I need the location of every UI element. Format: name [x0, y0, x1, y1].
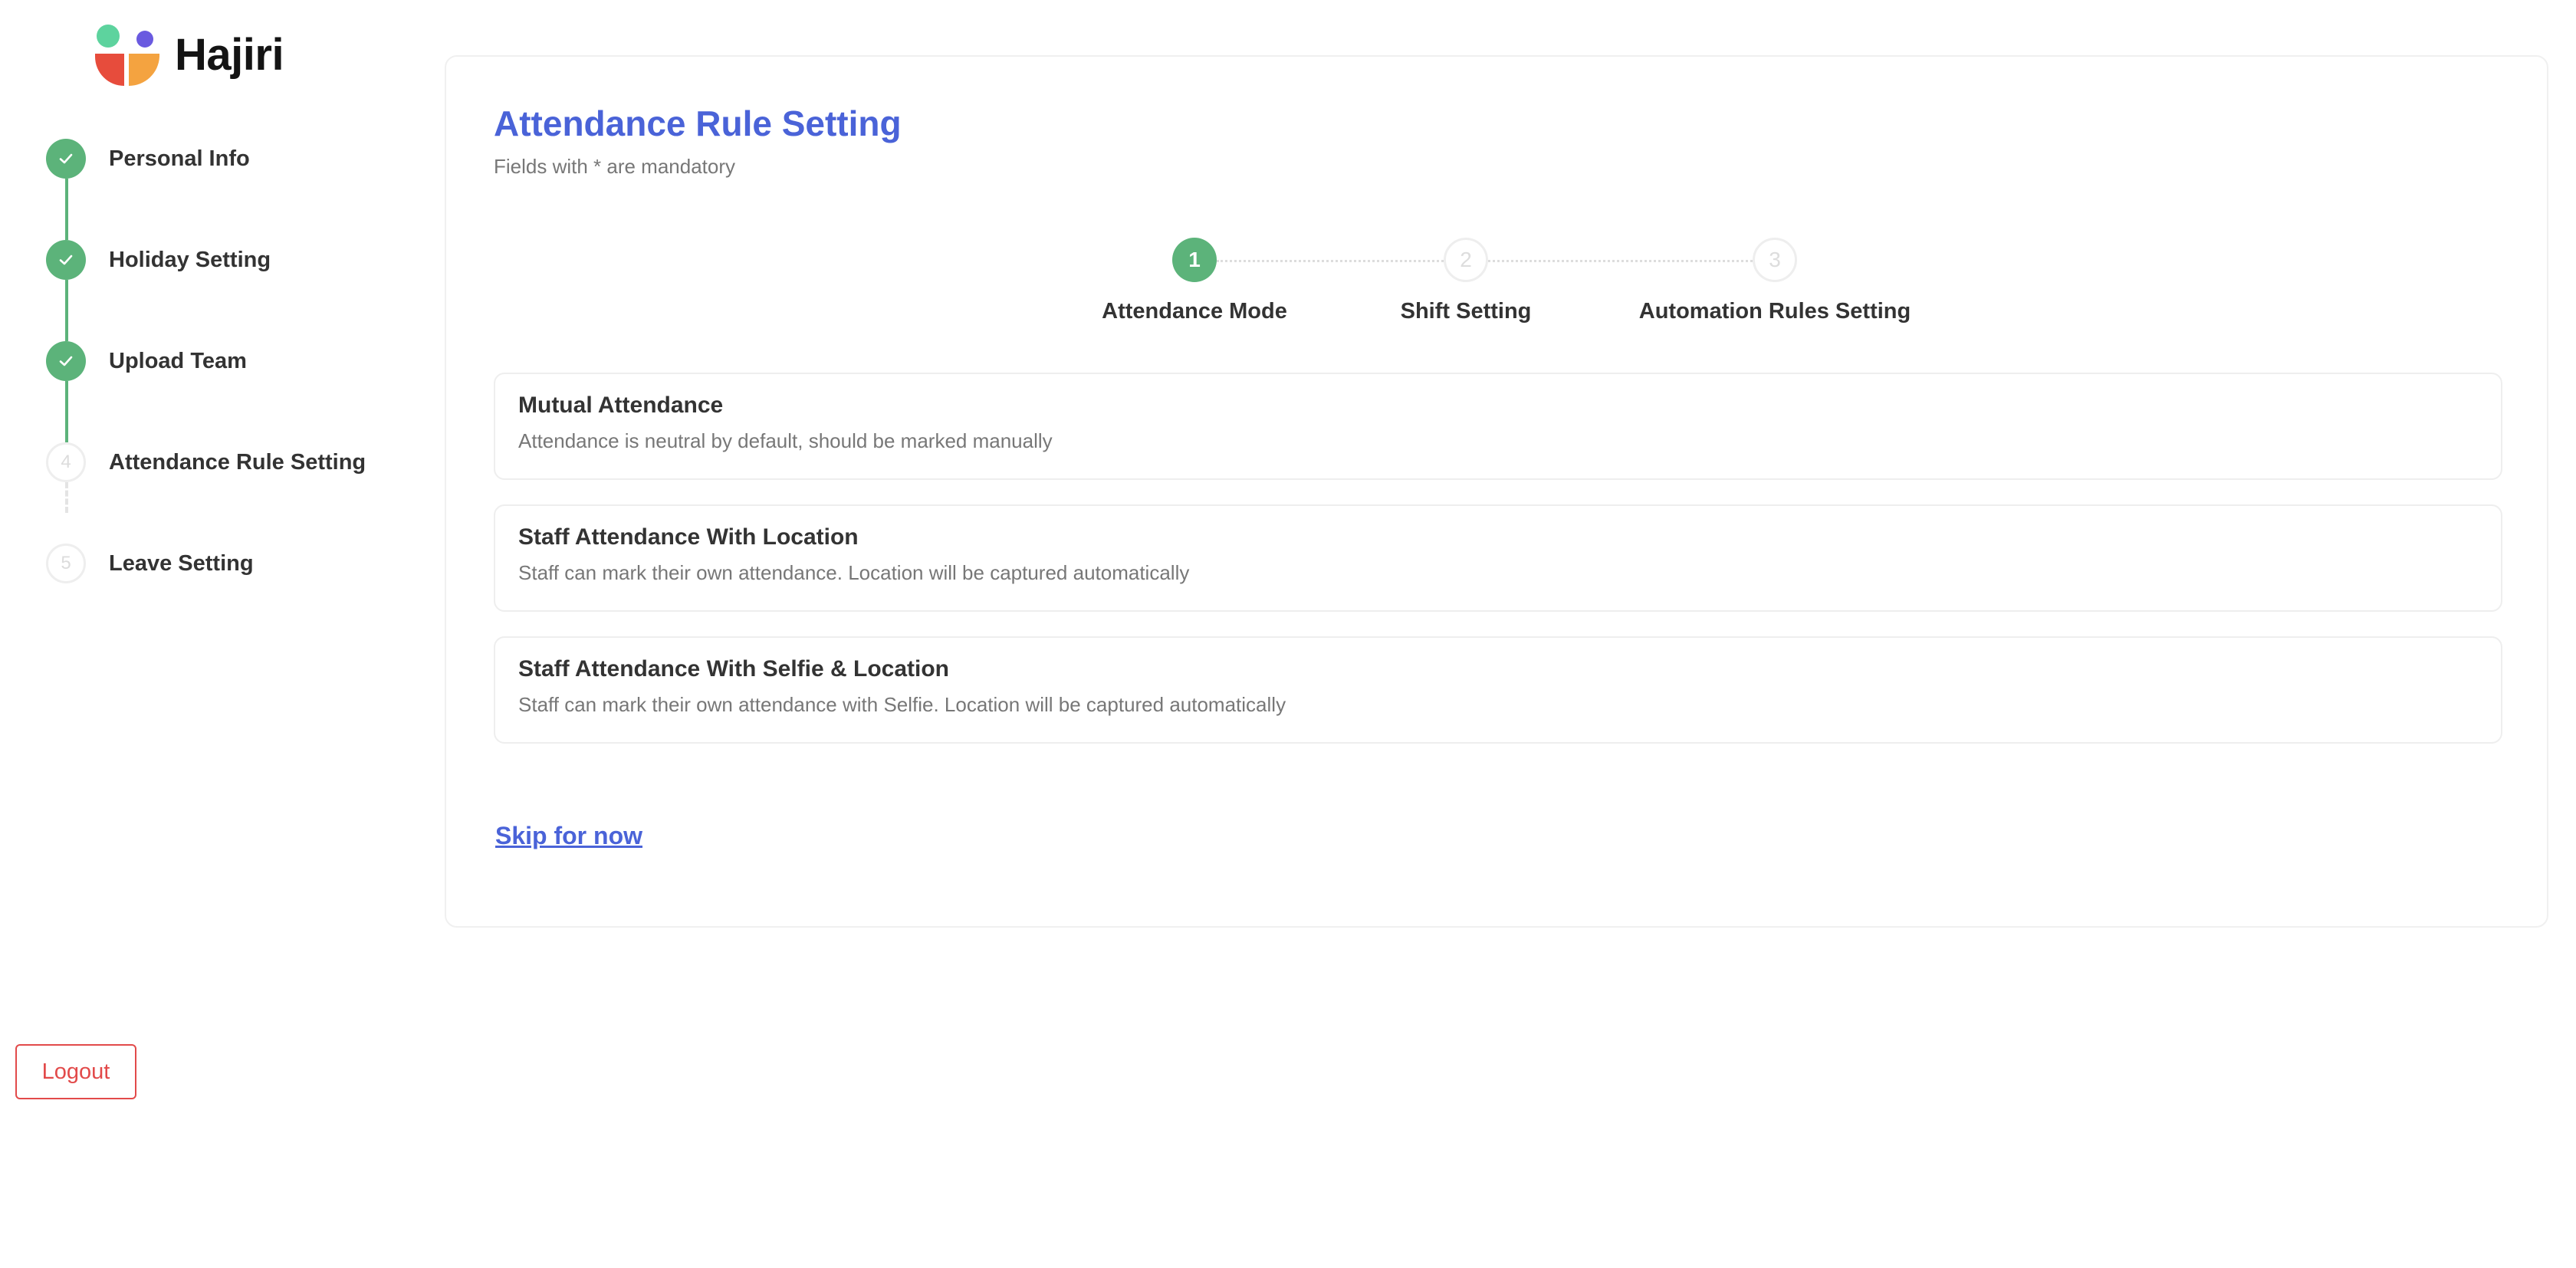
sidebar-step-label: Upload Team: [109, 348, 247, 373]
app-logo: Hajiri: [94, 23, 284, 87]
sidebar-step-leave-setting[interactable]: 5 Leave Setting: [46, 544, 254, 583]
check-icon: [46, 240, 86, 280]
option-staff-attendance-with-location[interactable]: Staff Attendance With Location Staff can…: [494, 504, 2502, 612]
option-description: Staff can mark their own attendance. Loc…: [518, 561, 1190, 584]
stepper-step-shift-setting[interactable]: 2 Shift Setting: [1366, 238, 1566, 324]
option-description: Staff can mark their own attendance with…: [518, 693, 1286, 716]
logout-button[interactable]: Logout: [15, 1044, 136, 1099]
hajiri-logo-icon: [94, 23, 161, 87]
step-connector: [65, 280, 68, 341]
app-name: Hajiri: [175, 30, 284, 80]
sidebar-step-label: Leave Setting: [109, 550, 254, 576]
step-number: 2: [1444, 238, 1488, 282]
page-title: Attendance Rule Setting: [494, 103, 902, 143]
step-connector: [65, 381, 68, 442]
option-title: Staff Attendance With Selfie & Location: [518, 656, 949, 682]
sidebar-step-personal-info[interactable]: Personal Info: [46, 139, 250, 179]
step-number: 1: [1172, 238, 1217, 282]
step-number: 3: [1753, 238, 1797, 282]
step-number: 5: [46, 544, 86, 583]
step-connector: [65, 179, 68, 240]
step-number: 4: [46, 442, 86, 482]
sidebar-step-upload-team[interactable]: Upload Team: [46, 341, 247, 381]
skip-for-now-link[interactable]: Skip for now: [495, 822, 642, 850]
sidebar-step-attendance-rule-setting[interactable]: 4 Attendance Rule Setting: [46, 442, 366, 482]
check-icon: [46, 139, 86, 179]
step-connector: [65, 482, 68, 513]
page-subtitle: Fields with * are mandatory: [494, 155, 736, 178]
sidebar-step-holiday-setting[interactable]: Holiday Setting: [46, 240, 271, 280]
option-description: Attendance is neutral by default, should…: [518, 429, 1053, 452]
sidebar-step-label: Attendance Rule Setting: [109, 449, 366, 475]
option-mutual-attendance[interactable]: Mutual Attendance Attendance is neutral …: [494, 373, 2502, 480]
stepper-step-label: Attendance Mode: [1102, 299, 1287, 324]
stepper-step-label: Automation Rules Setting: [1638, 299, 1911, 324]
sidebar-step-label: Holiday Setting: [109, 247, 271, 272]
stepper-step-attendance-mode[interactable]: 1 Attendance Mode: [1095, 238, 1294, 324]
sidebar-step-label: Personal Info: [109, 146, 250, 171]
option-title: Mutual Attendance: [518, 393, 724, 418]
option-title: Staff Attendance With Location: [518, 524, 859, 550]
option-staff-attendance-with-selfie-location[interactable]: Staff Attendance With Selfie & Location …: [494, 636, 2502, 744]
stepper-step-automation-rules-setting[interactable]: 3 Automation Rules Setting: [1637, 238, 1913, 324]
main-card: Attendance Rule Setting Fields with * ar…: [445, 55, 2548, 928]
stepper-step-label: Shift Setting: [1400, 299, 1532, 324]
check-icon: [46, 341, 86, 381]
